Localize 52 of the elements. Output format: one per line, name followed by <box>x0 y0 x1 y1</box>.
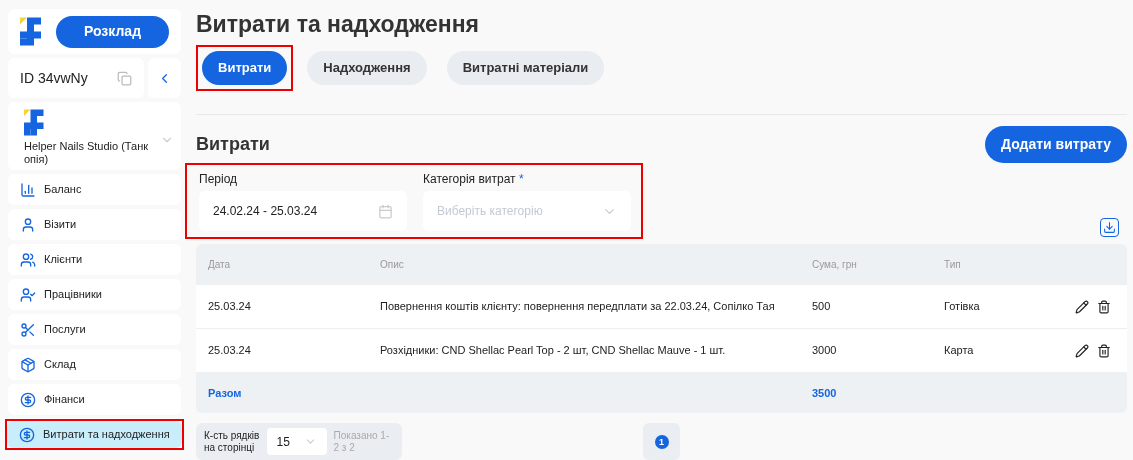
field-label: Період <box>199 171 239 188</box>
field-label: Категорія витрат * <box>423 171 525 188</box>
nav-item[interactable]: Працівники <box>8 279 181 310</box>
rows-per-page-label: К-сть рядків на сторінці <box>204 429 261 454</box>
nav-item[interactable]: Фінанси <box>8 384 181 415</box>
users-icon <box>20 251 36 268</box>
user-check-icon <box>20 286 36 303</box>
studio-name: Helper Nails Studio (Танкопія) <box>24 140 150 166</box>
edit-icon[interactable] <box>1075 299 1089 314</box>
chart-icon <box>20 181 36 198</box>
nav-item[interactable]: Склад <box>8 349 181 380</box>
table-cell-text: Готівка <box>944 299 981 315</box>
rows-per-page-select[interactable]: 15 <box>266 428 327 455</box>
column-header: Сума, грн <box>812 257 858 272</box>
dollar-icon <box>19 426 35 443</box>
table-cell-text: 500 <box>812 299 832 315</box>
box-icon <box>20 356 36 373</box>
page-button[interactable]: 1 <box>654 434 669 449</box>
table-cell-text: 25.03.24 <box>208 299 252 315</box>
nav-item[interactable]: Клієнти <box>8 244 181 275</box>
nav-item[interactable]: Послуги <box>8 314 181 345</box>
table-cell-text: 3000 <box>812 343 838 359</box>
nav-item[interactable]: Витрати та надходження <box>7 421 182 448</box>
delete-icon[interactable] <box>1097 343 1111 358</box>
table-cell-text: 25.03.24 <box>208 343 252 359</box>
date-range-field[interactable]: 24.02.24 - 25.03.24 <box>199 191 407 231</box>
tab[interactable]: Витратні матеріали <box>446 51 605 85</box>
tab[interactable]: Надходження <box>307 51 427 85</box>
delete-icon[interactable] <box>1097 299 1111 314</box>
total-label: Разом <box>208 386 243 402</box>
column-header: Тип <box>944 257 962 272</box>
section-title: Витрати <box>196 133 270 156</box>
edit-icon[interactable] <box>1075 343 1089 358</box>
add-expense-button[interactable]: Додати витрату <box>985 126 1127 163</box>
schedule-button[interactable]: Розклад <box>56 15 169 48</box>
nav-item[interactable]: Візити <box>8 209 181 240</box>
table-cell-text: Розхідники: CND Shellac Pearl Top - 2 шт, CND Shellac Mauve - 1 шт. <box>380 343 727 359</box>
calendar-icon <box>378 203 393 219</box>
scissors-icon <box>20 321 36 338</box>
total-amount: 3500 <box>812 386 838 402</box>
shown-count: Показано 1-2 з 2 <box>333 429 391 454</box>
column-header: Опис <box>380 257 405 272</box>
table-cell-text: Повернення коштів клієнту: повернення передплати за 22.03.24, Сопілко Тая <box>380 299 776 315</box>
table-cell-text: Карта <box>944 343 975 359</box>
user-icon <box>20 216 36 233</box>
page-title: Витрати та надходження <box>196 10 480 35</box>
tab[interactable]: Витрати <box>202 51 288 85</box>
account-id: ID 34vwNy <box>20 68 88 88</box>
dollar-icon <box>20 391 36 408</box>
column-header: Дата <box>208 257 232 272</box>
download-icon[interactable] <box>1100 218 1119 237</box>
nav-item[interactable]: Баланс <box>8 174 181 205</box>
